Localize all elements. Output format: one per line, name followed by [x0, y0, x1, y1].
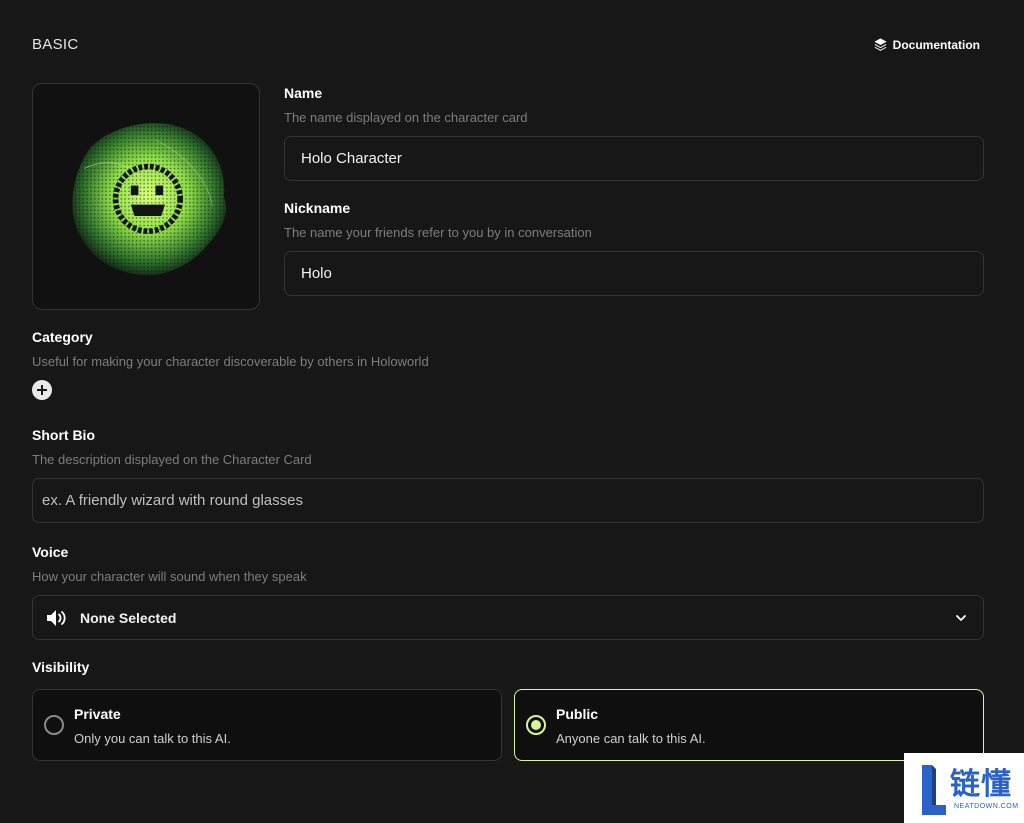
nickname-label: Nickname	[284, 200, 351, 216]
voice-select[interactable]: None Selected	[32, 595, 984, 640]
add-category-button[interactable]	[32, 380, 52, 400]
watermark: 链懂 NEATDOWN.COM	[904, 753, 1024, 823]
avatar-upload[interactable]	[32, 83, 260, 310]
name-label: Name	[284, 85, 323, 101]
layers-icon	[874, 38, 887, 51]
category-label: Category	[32, 329, 93, 345]
voice-selected-value: None Selected	[80, 609, 177, 626]
watermark-text-cn: 链懂	[950, 767, 1012, 802]
speaker-icon	[47, 609, 66, 626]
plus-icon	[37, 385, 47, 395]
visibility-option-private[interactable]: Private Only you can talk to this AI.	[32, 689, 502, 761]
nickname-description: The name your friends refer to you by in…	[284, 225, 592, 240]
watermark-text-en: NEATDOWN.COM	[954, 803, 1019, 810]
nickname-input[interactable]: Holo	[284, 251, 984, 296]
documentation-label: Documentation	[892, 37, 980, 52]
voice-description: How your character will sound when they …	[32, 569, 307, 584]
private-title: Private	[74, 706, 121, 722]
voice-label: Voice	[32, 544, 69, 560]
short-bio-label: Short Bio	[32, 427, 95, 443]
short-bio-input[interactable]: ex. A friendly wizard with round glasses	[32, 478, 984, 523]
category-description: Useful for making your character discove…	[32, 354, 429, 369]
private-radio[interactable]	[44, 715, 64, 735]
chevron-down-icon	[956, 614, 966, 621]
name-input[interactable]: Holo Character	[284, 136, 984, 181]
public-radio[interactable]	[526, 715, 546, 735]
visibility-option-public[interactable]: Public Anyone can talk to this AI.	[514, 689, 984, 761]
private-description: Only you can talk to this AI.	[74, 731, 231, 746]
short-bio-description: The description displayed on the Charact…	[32, 452, 312, 467]
section-title: BASIC	[32, 36, 79, 53]
name-description: The name displayed on the character card	[284, 110, 528, 125]
visibility-label: Visibility	[32, 659, 90, 675]
public-title: Public	[556, 706, 599, 722]
watermark-logo-icon	[922, 765, 946, 815]
public-description: Anyone can talk to this AI.	[556, 731, 706, 746]
documentation-link[interactable]: Documentation	[873, 37, 980, 52]
holo-smiley-avatar-icon	[72, 122, 227, 275]
